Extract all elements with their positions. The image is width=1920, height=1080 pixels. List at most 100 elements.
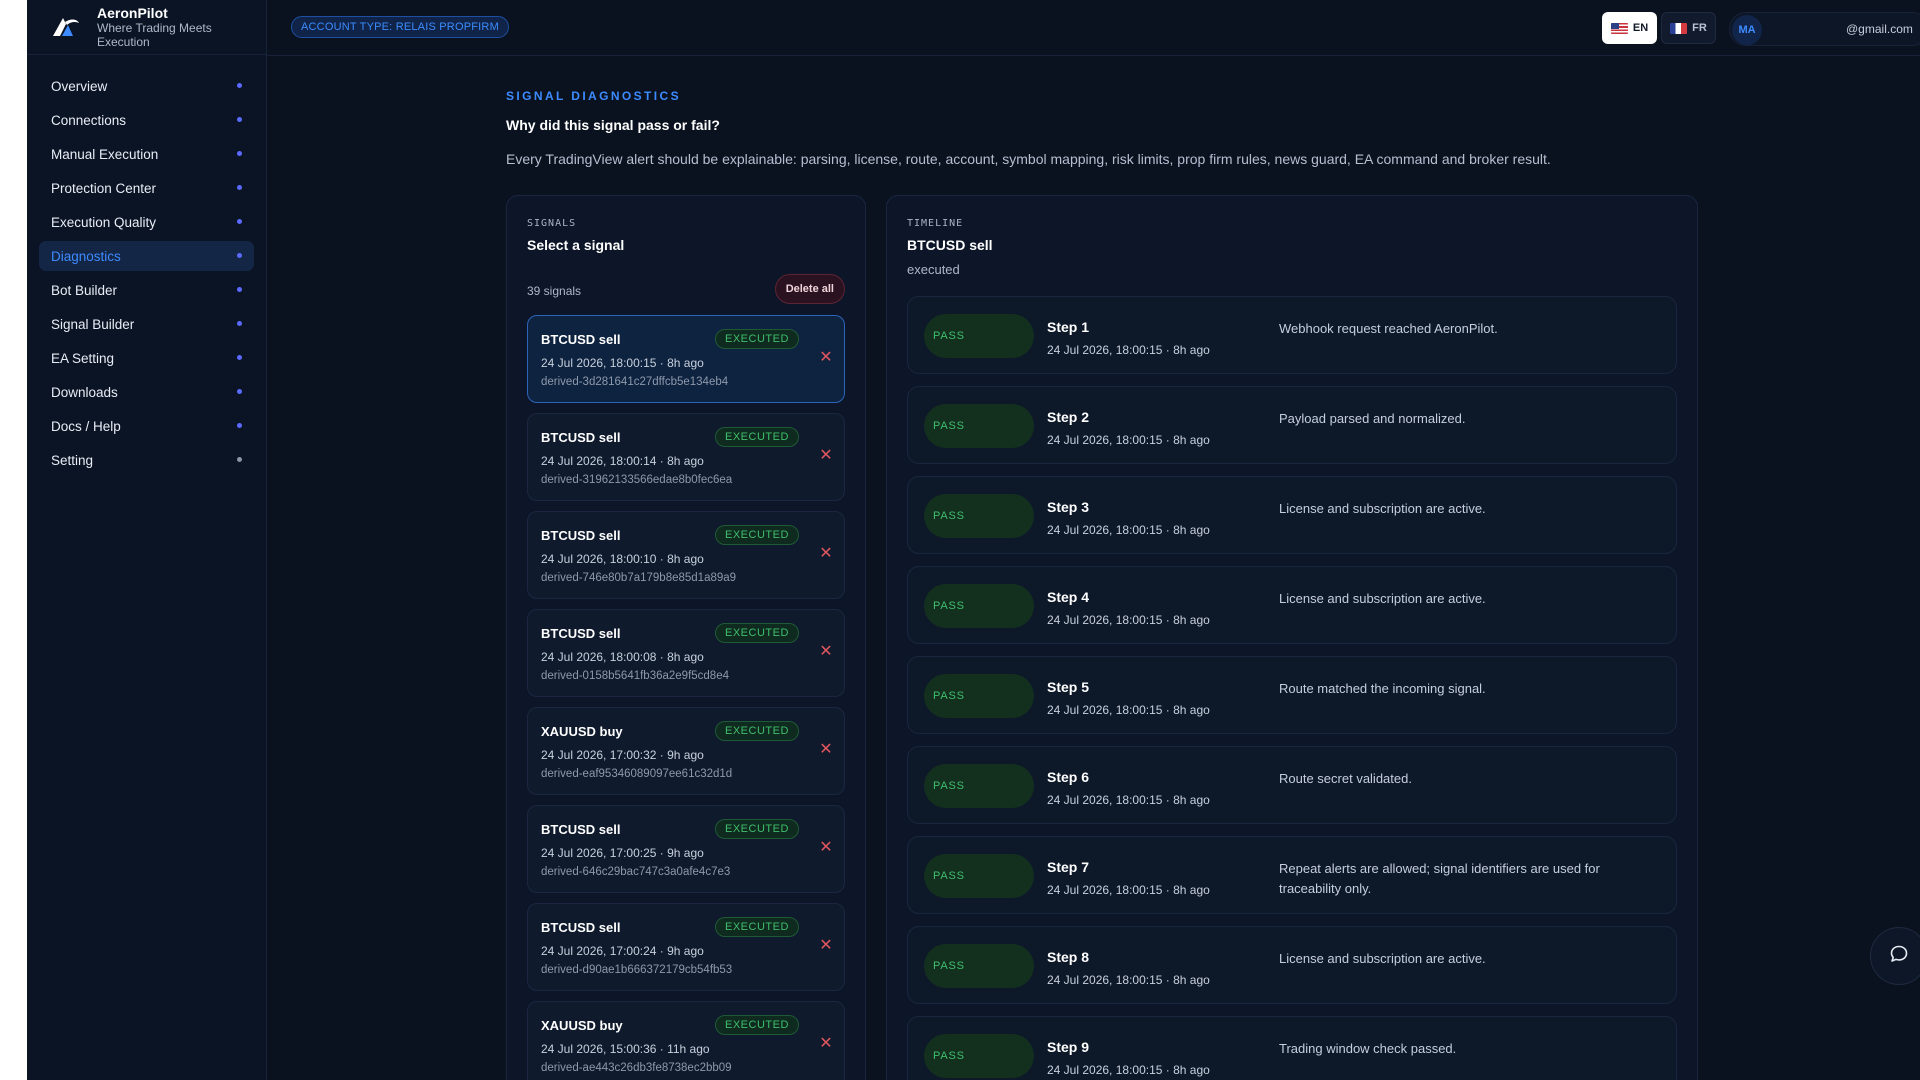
user-email: @gmail.com — [1846, 22, 1913, 36]
step-message: License and subscription are active. — [1279, 501, 1486, 516]
brand-name: AeronPilot — [97, 4, 168, 21]
signal-id: derived-ae443c26db3fe8738ec2bb09 — [541, 1062, 732, 1074]
sidebar-item-execution-quality[interactable]: Execution Quality — [39, 207, 254, 237]
signal-card[interactable]: BTCUSD sell EXECUTED 24 Jul 2026, 17:00:… — [527, 903, 845, 991]
pass-badge: PASS — [924, 854, 1034, 898]
sidebar-item-label: Diagnostics — [51, 248, 121, 264]
signal-id: derived-d90ae1b666372179cb54fb53 — [541, 964, 733, 976]
language-fr-button[interactable]: FR — [1661, 12, 1716, 44]
nav-dot-icon — [237, 287, 242, 292]
close-icon[interactable]: ✕ — [818, 1036, 834, 1052]
brand[interactable]: AeronPilot Where Trading Meets Execution — [27, 0, 266, 55]
step-title: Step 3 — [1047, 499, 1090, 515]
nav-dot-icon — [237, 219, 242, 224]
sidebar-item-label: Downloads — [51, 384, 118, 400]
step-message: Payload parsed and normalized. — [1279, 411, 1466, 426]
status-badge: EXECUTED — [715, 427, 799, 447]
step-message: Repeat alerts are allowed; signal identi… — [1279, 861, 1600, 896]
status-badge: EXECUTED — [715, 1015, 799, 1035]
nav-dot-icon — [237, 253, 242, 258]
signals-panel: SIGNALS Select a signal 39 signals Delet… — [506, 195, 866, 1080]
pass-badge: PASS — [924, 944, 1034, 988]
sidebar-item-label: Setting — [51, 452, 94, 468]
app-window: AeronPilot Where Trading Meets Execution… — [27, 0, 1920, 1080]
chat-icon — [1889, 944, 1909, 969]
sidebar-item-protection-center[interactable]: Protection Center — [39, 173, 254, 203]
status-badge: EXECUTED — [715, 329, 799, 349]
step-message: Trading window check passed. — [1279, 1041, 1457, 1056]
timeline-step: PASS Step 6 24 Jul 2026, 18:00:15 · 8h a… — [907, 746, 1677, 824]
close-icon[interactable]: ✕ — [818, 350, 834, 366]
sidebar-item-bot-builder[interactable]: Bot Builder — [39, 275, 254, 305]
sidebar-nav: Overview Connections Manual Execution Pr… — [27, 55, 266, 475]
step-title: Step 4 — [1047, 589, 1090, 605]
language-en-label: EN — [1632, 22, 1649, 34]
signal-time: 24 Jul 2026, 18:00:10 · 8h ago — [541, 552, 704, 566]
signal-card[interactable]: XAUUSD buy EXECUTED 24 Jul 2026, 15:00:3… — [527, 1001, 845, 1080]
sidebar-item-manual-execution[interactable]: Manual Execution — [39, 139, 254, 169]
signal-id: derived-646c29bac747c3a0afe4c7e3 — [541, 866, 731, 878]
step-time: 24 Jul 2026, 18:00:15 · 8h ago — [1047, 883, 1210, 897]
step-time: 24 Jul 2026, 18:00:15 · 8h ago — [1047, 1063, 1210, 1077]
nav-dot-icon — [237, 355, 242, 360]
timeline-step: PASS Step 3 24 Jul 2026, 18:00:15 · 8h a… — [907, 476, 1677, 554]
pass-badge: PASS — [924, 764, 1034, 808]
sidebar-item-signal-builder[interactable]: Signal Builder — [39, 309, 254, 339]
timeline-step: PASS Step 5 24 Jul 2026, 18:00:15 · 8h a… — [907, 656, 1677, 734]
close-icon[interactable]: ✕ — [818, 644, 834, 660]
signal-id: derived-31962133566edae8b0fec6ea — [541, 474, 733, 486]
sidebar-item-label: Overview — [51, 78, 108, 94]
sidebar-item-ea-setting[interactable]: EA Setting — [39, 343, 254, 373]
section-kicker: SIGNAL DIAGNOSTICS — [506, 89, 681, 103]
signal-card[interactable]: BTCUSD sell EXECUTED 24 Jul 2026, 18:00:… — [527, 609, 845, 697]
step-title: Step 9 — [1047, 1039, 1090, 1055]
timeline-subtitle: executed — [907, 262, 960, 277]
signals-title: Select a signal — [527, 237, 625, 253]
avatar: MA — [1732, 15, 1762, 45]
signal-time: 24 Jul 2026, 18:00:15 · 8h ago — [541, 356, 704, 370]
signal-card[interactable]: BTCUSD sell EXECUTED 24 Jul 2026, 18:00:… — [527, 315, 845, 403]
step-title: Step 2 — [1047, 409, 1090, 425]
delete-all-button[interactable]: Delete all — [774, 274, 845, 304]
signal-id: derived-746e80b7a179b8e85d1a89a9 — [541, 572, 737, 584]
timeline-step: PASS Step 1 24 Jul 2026, 18:00:15 · 8h a… — [907, 296, 1677, 374]
close-icon[interactable]: ✕ — [818, 742, 834, 758]
user-menu[interactable]: MA @gmail.com ⌄ — [1729, 12, 1920, 46]
close-icon[interactable]: ✕ — [818, 546, 834, 562]
signals-list: BTCUSD sell EXECUTED 24 Jul 2026, 18:00:… — [527, 315, 845, 1080]
sidebar-item-label: EA Setting — [51, 350, 115, 366]
status-badge: EXECUTED — [715, 525, 799, 545]
step-message: Route matched the incoming signal. — [1279, 681, 1486, 696]
language-en-button[interactable]: EN — [1602, 12, 1657, 44]
close-icon[interactable]: ✕ — [818, 448, 834, 464]
signal-card[interactable]: XAUUSD buy EXECUTED 24 Jul 2026, 17:00:3… — [527, 707, 845, 795]
timeline-title: BTCUSD sell — [907, 237, 993, 253]
signal-name: BTCUSD sell — [541, 822, 621, 837]
signal-id: derived-eaf95346089097ee61c32d1d — [541, 768, 733, 780]
close-icon[interactable]: ✕ — [818, 840, 834, 856]
nav-dot-icon — [237, 423, 242, 428]
signal-card[interactable]: BTCUSD sell EXECUTED 24 Jul 2026, 18:00:… — [527, 413, 845, 501]
sidebar-item-connections[interactable]: Connections — [39, 105, 254, 135]
signal-card[interactable]: BTCUSD sell EXECUTED 24 Jul 2026, 18:00:… — [527, 511, 845, 599]
sidebar-item-label: Execution Quality — [51, 214, 157, 230]
sidebar-item-docs-help[interactable]: Docs / Help — [39, 411, 254, 441]
step-time: 24 Jul 2026, 18:00:15 · 8h ago — [1047, 703, 1210, 717]
page-title: Why did this signal pass or fail? — [506, 117, 720, 133]
signal-card[interactable]: BTCUSD sell EXECUTED 24 Jul 2026, 17:00:… — [527, 805, 845, 893]
signals-kicker: SIGNALS — [527, 218, 577, 229]
timeline-step: PASS Step 2 24 Jul 2026, 18:00:15 · 8h a… — [907, 386, 1677, 464]
sidebar-item-diagnostics[interactable]: Diagnostics — [39, 241, 254, 271]
chat-button[interactable] — [1870, 927, 1920, 985]
sidebar-item-overview[interactable]: Overview — [39, 71, 254, 101]
step-time: 24 Jul 2026, 18:00:15 · 8h ago — [1047, 343, 1210, 357]
nav-dot-icon — [237, 457, 242, 462]
sidebar-item-downloads[interactable]: Downloads — [39, 377, 254, 407]
sidebar-item-setting[interactable]: Setting — [39, 445, 254, 475]
signal-time: 24 Jul 2026, 18:00:08 · 8h ago — [541, 650, 704, 664]
close-icon[interactable]: ✕ — [818, 938, 834, 954]
timeline-step: PASS Step 9 24 Jul 2026, 18:00:15 · 8h a… — [907, 1016, 1677, 1080]
timeline-kicker: TIMELINE — [907, 218, 964, 229]
sidebar-item-label: Manual Execution — [51, 146, 159, 162]
nav-dot-icon — [237, 321, 242, 326]
